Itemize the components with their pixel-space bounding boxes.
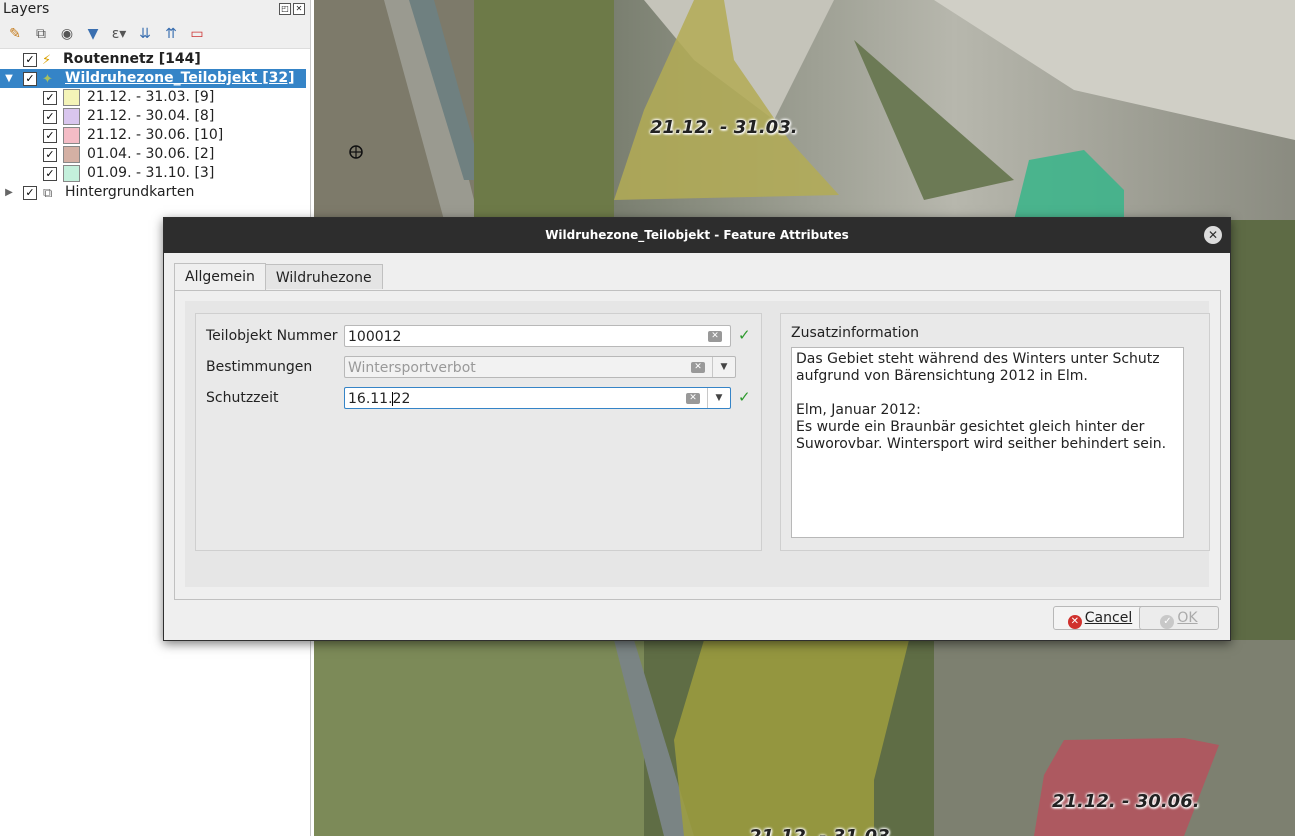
cancel-label: Cancel <box>1084 610 1133 626</box>
tab-allgemein[interactable]: Allgemein <box>174 263 266 290</box>
layers-panel-header: Layers ◰ ✕ <box>0 0 310 20</box>
legend-category[interactable]: ✓ 01.09. - 31.10. [3] <box>0 164 306 183</box>
map-zone-label: 21.12. - 31.03. <box>650 117 798 138</box>
collapse-arrow-icon[interactable]: ▼ <box>4 69 14 88</box>
legend-category[interactable]: ✓ 01.04. - 30.06. [2] <box>0 145 306 164</box>
dialog-title: Wildruhezone_Teilobjekt - Feature Attrib… <box>545 228 849 242</box>
visibility-eye-icon[interactable]: ◉ <box>58 25 76 43</box>
cancel-icon: ✕ <box>1067 615 1082 629</box>
tab-panel: Teilobjekt Nummer 100012 ✕ ✓ Bestimmunge… <box>174 290 1221 600</box>
category-label: 21.12. - 30.04. [8] <box>87 108 215 124</box>
zusatzinformation-group: Zusatzinformation Das Gebiet steht währe… <box>780 313 1210 551</box>
chevron-down-icon[interactable]: ▼ <box>707 388 730 408</box>
style-brush-icon[interactable]: ✎ <box>6 25 24 43</box>
ok-check-icon: ✓ <box>1160 615 1175 629</box>
layers-panel-title: Layers <box>3 1 50 17</box>
layer-routennetz[interactable]: ✓ ⚡ Routennetz [144] <box>0 50 306 69</box>
expand-arrow-icon[interactable]: ▶ <box>4 183 14 202</box>
category-checkbox[interactable]: ✓ <box>43 148 57 162</box>
layers-toolbar: ✎ ⧉ ◉ ▼ ε▾ ⇊ ⇈ ▭ <box>0 20 310 49</box>
valid-check-icon: ✓ <box>738 388 751 406</box>
zusatzinformation-textarea[interactable]: Das Gebiet steht während des Winters unt… <box>791 347 1184 538</box>
layer-tree: ✓ ⚡ Routennetz [144] ▼ ✓ ✦ Wildruhezone_… <box>0 50 306 202</box>
legend-category[interactable]: ✓ 21.12. - 31.03. [9] <box>0 88 306 107</box>
float-panel-icon[interactable]: ◰ <box>279 3 291 15</box>
legend-category[interactable]: ✓ 21.12. - 30.04. [8] <box>0 107 306 126</box>
legend-swatch <box>63 146 80 163</box>
collapse-all-icon[interactable]: ⇈ <box>162 25 180 43</box>
clear-icon[interactable]: ✕ <box>686 393 700 404</box>
category-checkbox[interactable]: ✓ <box>43 129 57 143</box>
category-checkbox[interactable]: ✓ <box>43 110 57 124</box>
schutzzeit-label: Schutzzeit <box>206 390 279 406</box>
expand-all-icon[interactable]: ⇊ <box>136 25 154 43</box>
map-zone-label: 21.12. - 30.06. <box>1052 791 1200 812</box>
close-icon[interactable]: ✕ <box>1204 226 1222 244</box>
layer-hintergrundkarten[interactable]: ▶ ✓ ⧉ Hintergrundkarten <box>0 183 306 202</box>
bestimmungen-value: Wintersportverbot <box>348 360 476 376</box>
form-area: Teilobjekt Nummer 100012 ✕ ✓ Bestimmunge… <box>185 301 1210 587</box>
teilobjekt-nummer-label: Teilobjekt Nummer <box>206 328 338 344</box>
bestimmungen-label: Bestimmungen <box>206 359 313 375</box>
filter-expression-icon[interactable]: ε▾ <box>110 25 128 43</box>
clear-icon[interactable]: ✕ <box>691 362 705 373</box>
add-group-icon[interactable]: ⧉ <box>32 25 50 43</box>
clear-icon[interactable]: ✕ <box>708 331 722 342</box>
category-checkbox[interactable]: ✓ <box>43 167 57 181</box>
ok-button[interactable]: ✓ OK <box>1139 606 1219 630</box>
remove-layer-icon[interactable]: ▭ <box>188 25 206 43</box>
ok-label: OK <box>1177 610 1198 626</box>
close-panel-icon[interactable]: ✕ <box>293 3 305 15</box>
layer-label: Wildruhezone_Teilobjekt [32] <box>65 70 295 86</box>
category-label: 01.04. - 30.06. [2] <box>87 146 215 162</box>
schutzzeit-date-input[interactable]: 16.11.22 ✕ ▼ <box>344 387 731 409</box>
zone-polygon <box>674 640 909 836</box>
polygon-layer-icon: ✦ <box>42 72 53 87</box>
zusatzinformation-title: Zusatzinformation <box>791 325 919 341</box>
teilobjekt-nummer-value: 100012 <box>348 329 402 345</box>
legend-swatch <box>63 165 80 182</box>
layer-label: Hintergrundkarten <box>65 184 195 200</box>
category-label: 21.12. - 31.03. [9] <box>87 89 215 105</box>
category-label: 01.09. - 31.10. [3] <box>87 165 215 181</box>
legend-swatch <box>63 127 80 144</box>
tab-wildruhezone[interactable]: Wildruhezone <box>264 264 383 289</box>
legend-swatch <box>63 89 80 106</box>
layer-visibility-checkbox[interactable]: ✓ <box>23 53 37 67</box>
dialog-titlebar[interactable]: Wildruhezone_Teilobjekt - Feature Attrib… <box>164 218 1230 253</box>
attributes-group: Teilobjekt Nummer 100012 ✕ ✓ Bestimmunge… <box>195 313 762 551</box>
category-label: 21.12. - 30.06. [10] <box>87 127 224 143</box>
teilobjekt-nummer-input[interactable]: 100012 ✕ <box>344 325 731 347</box>
line-layer-icon: ⚡ <box>42 53 52 68</box>
map-zone-label: 21.12. - 31.03. <box>749 826 897 836</box>
category-checkbox[interactable]: ✓ <box>43 91 57 105</box>
legend-swatch <box>63 108 80 125</box>
schutzzeit-value-after: 22 <box>392 391 411 407</box>
layer-wildruhezone-teilobjekt[interactable]: ▼ ✓ ✦ Wildruhezone_Teilobjekt [32] <box>0 69 306 88</box>
group-icon: ⧉ <box>43 186 53 201</box>
cancel-button[interactable]: ✕ Cancel <box>1053 606 1147 630</box>
layer-visibility-checkbox[interactable]: ✓ <box>23 72 37 86</box>
filter-icon[interactable]: ▼ <box>84 25 102 43</box>
chevron-down-icon[interactable]: ▼ <box>712 357 735 377</box>
schutzzeit-value-before: 16.11. <box>348 391 393 407</box>
layer-visibility-checkbox[interactable]: ✓ <box>23 186 37 200</box>
tab-bar: Allgemein Wildruhezone <box>174 263 383 290</box>
layer-label: Routennetz [144] <box>63 51 201 67</box>
legend-category[interactable]: ✓ 21.12. - 30.06. [10] <box>0 126 306 145</box>
valid-check-icon: ✓ <box>738 326 751 344</box>
feature-attributes-dialog: Wildruhezone_Teilobjekt - Feature Attrib… <box>163 217 1231 641</box>
bestimmungen-combobox[interactable]: Wintersportverbot ✕ ▼ <box>344 356 736 378</box>
